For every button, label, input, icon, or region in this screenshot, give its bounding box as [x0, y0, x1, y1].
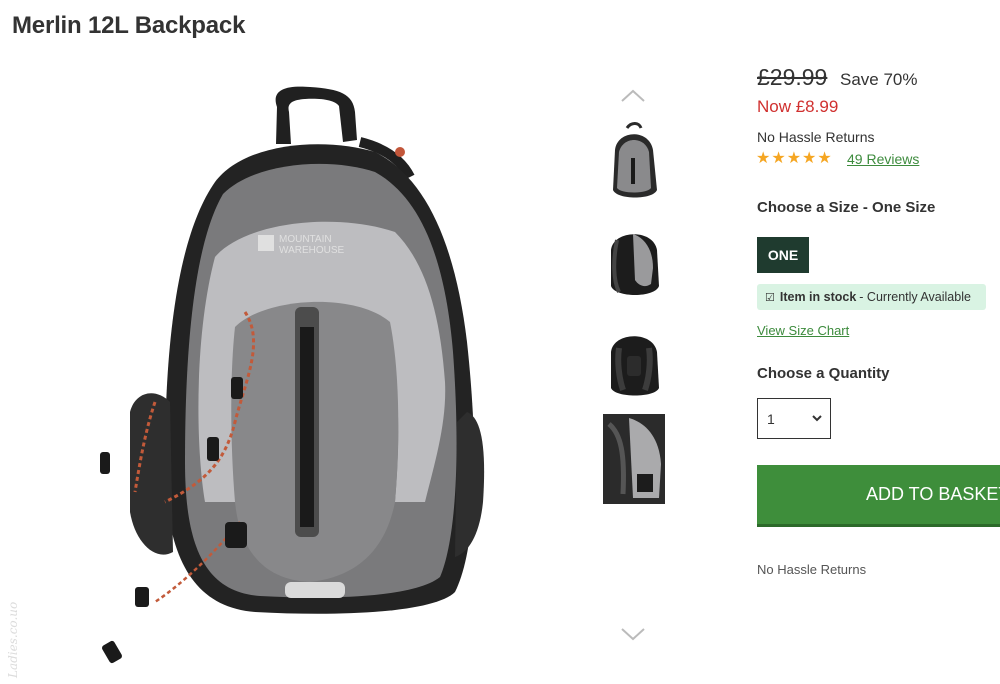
size-option-button[interactable]: ONE — [757, 237, 809, 273]
star-icon: ★ — [771, 150, 786, 167]
returns-info: No Hassle Returns — [757, 129, 875, 145]
star-icon: ★ — [802, 150, 817, 167]
quantity-label: Choose a Quantity — [757, 365, 890, 382]
checkbox-check-icon: ☑ — [765, 291, 775, 304]
thumbnail-front[interactable] — [603, 120, 665, 204]
main-product-image: MOUNTAIN WAREHOUSE — [95, 82, 495, 667]
chevron-down-icon — [811, 411, 823, 427]
quantity-value: 1 — [767, 410, 775, 427]
thumbnail-side-black[interactable] — [603, 220, 665, 304]
star-icon: ★ — [786, 150, 802, 167]
backpack-logo-text-1: MOUNTAIN — [279, 234, 332, 245]
star-icon: ★ — [756, 150, 771, 167]
thumbnail-open-inside[interactable] — [603, 414, 665, 504]
page-title: Merlin 12L Backpack — [12, 12, 246, 39]
size-chart-link[interactable]: View Size Chart — [757, 323, 849, 338]
reviews-link[interactable]: 49 Reviews — [847, 151, 919, 167]
thumbnail-down-arrow-icon[interactable] — [619, 626, 647, 642]
stock-status-badge: ☑ Item in stock - Currently Available — [757, 284, 986, 310]
sale-price: Now £8.99 — [757, 97, 839, 116]
stock-status: Item in stock — [779, 290, 857, 304]
save-percentage: Save 70% — [840, 70, 918, 89]
watermark: Ladies.co.uo — [6, 601, 20, 678]
quantity-select[interactable]: 1 — [757, 398, 831, 439]
star-icon: ★ — [817, 150, 832, 167]
original-price: £29.99 — [757, 64, 828, 90]
stock-detail: - Currently Available — [859, 290, 971, 304]
add-to-basket-button[interactable]: ADD TO BASKET — [757, 465, 1000, 527]
thumbnail-up-arrow-icon[interactable] — [619, 88, 647, 104]
rating-stars: ★★★★★ — [756, 150, 833, 167]
backpack-logo-text-2: WAREHOUSE — [279, 245, 345, 256]
thumbnail-back-black[interactable] — [603, 322, 665, 406]
returns-footer: No Hassle Returns — [757, 562, 867, 577]
size-label: Choose a Size - One Size — [757, 199, 936, 216]
